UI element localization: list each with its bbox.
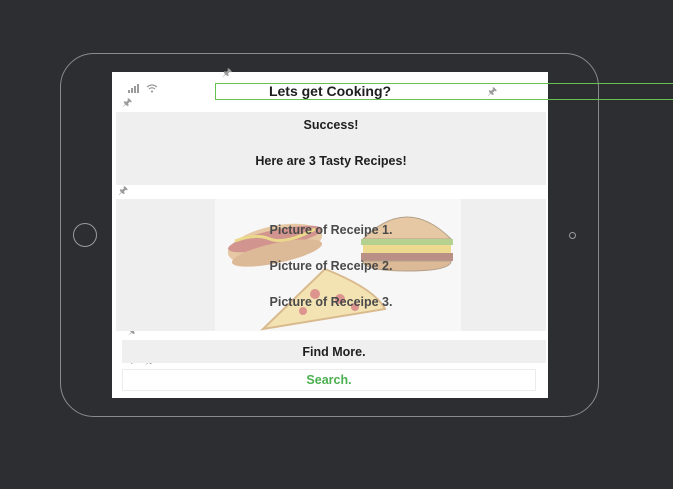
page-title: Lets get Cooking? <box>268 83 392 99</box>
pin-icon: 🖈 <box>222 67 233 79</box>
app-screen: 🖈 🖈 🖈 🖈 🖈 ϟ 🖈 Lets get Cooking? Success!… <box>112 68 673 398</box>
pin-icon: 🖈 <box>118 185 129 197</box>
cellular-signal-icon <box>128 84 143 95</box>
home-button[interactable] <box>73 223 97 247</box>
recipes-subtitle: Here are 3 Tasty Recipes! <box>255 154 407 168</box>
find-more-button[interactable]: Find More. <box>122 340 546 363</box>
recipe-gallery: Picture of Receipe 1. Picture of Receipe… <box>116 199 546 331</box>
result-panel: Success! Here are 3 Tasty Recipes! <box>116 112 546 185</box>
status-bar <box>128 84 161 95</box>
success-headline: Success! <box>303 118 359 132</box>
wifi-icon <box>146 84 158 95</box>
pin-icon: 🖈 <box>122 97 133 109</box>
recipe-item-2[interactable]: Picture of Receipe 2. <box>116 259 546 273</box>
recipe-item-1[interactable]: Picture of Receipe 1. <box>116 223 546 237</box>
recipe-list: Picture of Receipe 1. Picture of Receipe… <box>116 199 546 331</box>
camera-icon <box>569 232 576 239</box>
search-button[interactable]: Search. <box>122 369 536 391</box>
recipe-item-3[interactable]: Picture of Receipe 3. <box>116 295 546 309</box>
